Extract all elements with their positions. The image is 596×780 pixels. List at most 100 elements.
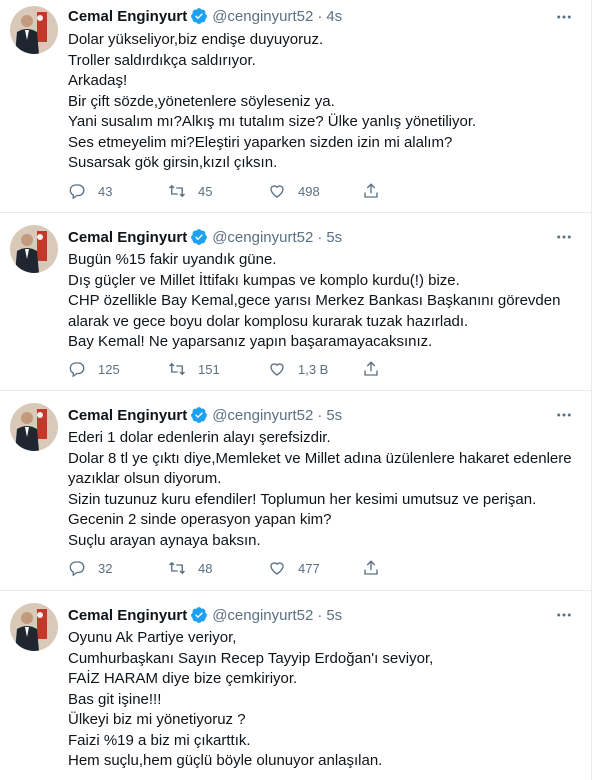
share-button[interactable] xyxy=(362,182,380,200)
more-options-icon[interactable] xyxy=(553,226,575,248)
tweet-time[interactable]: 5s xyxy=(326,407,342,424)
avatar[interactable] xyxy=(10,6,58,54)
reply-count: 32 xyxy=(98,560,113,576)
tweet-line: Dolar 8 tl ye çıktı diye,Memleket ve Mil… xyxy=(68,449,572,467)
retweet-icon xyxy=(169,561,185,575)
reply-icon xyxy=(69,561,85,577)
retweet-count: 151 xyxy=(198,361,220,377)
tweet-line: Dış güçler ve Millet İttifakı kumpas ve … xyxy=(68,271,460,289)
more-options-icon[interactable] xyxy=(553,604,575,626)
like-count: 477 xyxy=(298,560,320,576)
author-handle[interactable]: @cenginyurt52 xyxy=(212,407,313,424)
tweet-time[interactable]: 4s xyxy=(326,8,342,25)
tweet-line: alarak ve gece boyu dolar komplosu kurar… xyxy=(68,312,469,330)
avatar[interactable] xyxy=(10,225,58,273)
verified-badge-icon xyxy=(190,228,208,246)
verified-badge-icon xyxy=(190,7,208,25)
tweet-text: Bugün %15 fakir uyandık güne. Dış güçler… xyxy=(68,250,573,353)
avatar[interactable] xyxy=(10,403,58,451)
reply-button[interactable]: 43 xyxy=(68,182,168,200)
author-handle[interactable]: @cenginyurt52 xyxy=(212,8,313,25)
tweet-actions: 125 151 1,3 B xyxy=(68,358,488,380)
heart-icon xyxy=(270,185,284,198)
author-name[interactable]: Cemal Enginyurt xyxy=(68,407,187,424)
tweet-line: Hem suçlu,hem güçlü böyle olunuyor anlaş… xyxy=(68,752,383,769)
reply-count: 125 xyxy=(98,361,120,377)
tweet-text: Dolar yükseliyor,biz endişe duyuyoruz. T… xyxy=(68,30,573,174)
like-button[interactable]: 477 xyxy=(268,559,368,577)
tweet-line: Troller saldırdıkça saldırıyor. xyxy=(68,51,256,69)
tweet-time[interactable]: 5s xyxy=(326,607,342,624)
tweet-line: Bas git işine!!! xyxy=(68,690,162,708)
tweet-line: Sizin tuzunuz kuru efendiler! Toplumun h… xyxy=(68,490,537,508)
tweet-header: Cemal Enginyurt @cenginyurt52 · 5s xyxy=(68,605,342,625)
separator-dot: · xyxy=(317,7,323,25)
retweet-button[interactable]: 48 xyxy=(168,559,268,577)
author-handle[interactable]: @cenginyurt52 xyxy=(212,607,313,624)
separator-dot: · xyxy=(317,406,323,424)
share-icon xyxy=(364,183,378,198)
share-button[interactable] xyxy=(362,360,380,378)
share-button[interactable] xyxy=(362,559,380,577)
retweet-count: 45 xyxy=(198,183,213,199)
tweet[interactable]: Cemal Enginyurt @cenginyurt52 · 4s Dolar… xyxy=(0,0,591,213)
retweet-button[interactable]: 151 xyxy=(168,360,268,378)
tweet-time[interactable]: 5s xyxy=(326,229,342,246)
tweet-header: Cemal Enginyurt @cenginyurt52 · 4s xyxy=(68,6,342,26)
reply-count: 43 xyxy=(98,183,113,199)
tweet-line: Susarsak gök girsin,kızıl çıksın. xyxy=(68,154,278,171)
reply-icon xyxy=(69,184,85,200)
tweet-line: Suçlu arayan aynaya baksın. xyxy=(68,531,261,549)
retweet-button[interactable]: 45 xyxy=(168,182,268,200)
more-options-icon[interactable] xyxy=(553,6,575,28)
tweet-actions: 43 45 498 xyxy=(68,180,488,202)
heart-icon xyxy=(270,363,284,376)
verified-badge-icon xyxy=(190,606,208,624)
tweet-line: Gecenin 2 sinde operasyon yapan kim? xyxy=(68,511,332,528)
tweet[interactable]: Cemal Enginyurt @cenginyurt52 · 5s Ederi… xyxy=(0,391,591,591)
share-icon xyxy=(364,361,378,376)
tweet-line: FAİZ HARAM diye bize çemkiriyor. xyxy=(68,670,298,687)
author-name[interactable]: Cemal Enginyurt xyxy=(68,8,187,25)
reply-icon xyxy=(69,362,85,378)
tweet-line: Faizi %19 a biz mi çıkarttık. xyxy=(68,731,251,749)
retweet-icon xyxy=(169,184,185,198)
tweet-line: Ülkeyi biz mi yönetiyoruz ? xyxy=(68,711,246,728)
tweet-text: Ederi 1 dolar edenlerin alayı şerefsizdi… xyxy=(68,428,573,551)
tweet-line: Dolar yükseliyor,biz endişe duyuyoruz. xyxy=(68,31,324,48)
like-button[interactable]: 1,3 B xyxy=(268,360,368,378)
tweet-line: Arkadaş! xyxy=(68,72,128,89)
tweet-actions: 32 48 477 xyxy=(68,557,488,579)
tweet-header: Cemal Enginyurt @cenginyurt52 · 5s xyxy=(68,405,342,425)
tweet-line: CHP özellikle Bay Kemal,gece yarısı Merk… xyxy=(68,292,561,309)
tweet-line: Bugün %15 fakir uyandık güne. xyxy=(68,251,277,268)
separator-dot: · xyxy=(317,228,323,246)
heart-icon xyxy=(270,562,284,575)
tweet-line: Yani susalım mı?Alkış mı tutalım size? Ü… xyxy=(68,113,477,130)
tweet-line: Bay Kemal! Ne yaparsanız yapın başaramay… xyxy=(68,333,433,350)
share-icon xyxy=(364,560,378,575)
tweet[interactable]: Cemal Enginyurt @cenginyurt52 · 5s Bugün… xyxy=(0,213,591,391)
retweet-count: 48 xyxy=(198,560,213,576)
like-count: 498 xyxy=(298,183,320,199)
author-handle[interactable]: @cenginyurt52 xyxy=(212,229,313,246)
tweet-line: yazıklar olsun diyorum. xyxy=(68,470,222,487)
reply-button[interactable]: 32 xyxy=(68,559,168,577)
tweet-line: Ederi 1 dolar edenlerin alayı şerefsizdi… xyxy=(68,429,331,446)
more-options-icon[interactable] xyxy=(553,404,575,426)
tweet-line: Oyunu Ak Partiye veriyor, xyxy=(68,629,237,646)
separator-dot: · xyxy=(317,606,323,624)
tweet-line: Bir çift sözde,yönetenlere söyleseniz ya… xyxy=(68,92,335,110)
retweet-icon xyxy=(169,362,185,376)
tweet-text: Oyunu Ak Partiye veriyor, Cumhurbaşkanı … xyxy=(68,628,573,772)
author-name[interactable]: Cemal Enginyurt xyxy=(68,229,187,246)
author-name[interactable]: Cemal Enginyurt xyxy=(68,607,187,624)
avatar[interactable] xyxy=(10,603,58,651)
like-count: 1,3 B xyxy=(298,361,329,377)
reply-button[interactable]: 125 xyxy=(68,360,168,378)
like-button[interactable]: 498 xyxy=(268,182,368,200)
tweet-line: Cumhurbaşkanı Sayın Recep Tayyip Erdoğan… xyxy=(68,649,434,667)
tweet[interactable]: Cemal Enginyurt @cenginyurt52 · 5s Oyunu… xyxy=(0,591,591,780)
tweet-header: Cemal Enginyurt @cenginyurt52 · 5s xyxy=(68,227,342,247)
timeline: Cemal Enginyurt @cenginyurt52 · 4s Dolar… xyxy=(0,0,592,780)
